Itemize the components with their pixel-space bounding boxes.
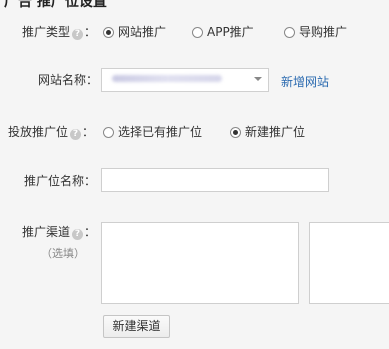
channel-label: 推广渠道?： [22,224,96,240]
radio-existing-placement[interactable]: 选择已有推广位 [103,125,202,139]
radio-label: 导购推广 [299,25,348,39]
placement-name-input[interactable] [101,168,329,192]
channel-list-left[interactable] [101,222,299,304]
site-name-label: 网站名称： [38,73,99,87]
placement-label: 投放推广位?： [8,124,94,140]
chevron-down-icon [254,77,262,81]
help-icon[interactable]: ? [72,29,84,40]
channel-label-text: 推广渠道 [22,225,71,239]
colon: ： [84,25,97,39]
radio-button[interactable] [284,26,295,38]
placement-label-text: 投放推广位 [8,125,69,139]
radio-label: 选择已有推广位 [118,125,203,139]
help-icon[interactable]: ? [70,129,82,140]
page-title: 广告 推广位设置 [4,0,107,10]
radio-new-placement[interactable]: 新建推广位 [230,125,305,139]
promo-type-label-text: 推广类型 [22,25,71,39]
channel-list-right[interactable] [309,222,389,304]
radio-button[interactable] [192,26,203,38]
new-channel-button[interactable]: 新建渠道 [103,315,170,338]
colon: ： [82,125,95,139]
radio-app-promo[interactable]: APP推广 [192,25,254,39]
add-site-link[interactable]: 新增网站 [281,73,329,90]
radio-button[interactable] [103,26,114,38]
help-icon[interactable]: ? [72,229,84,240]
placement-name-label: 推广位名称： [24,174,97,188]
radio-label: 新建推广位 [245,125,306,139]
radio-button[interactable] [230,126,241,138]
promo-type-label: 推广类型?： [22,24,96,40]
radio-button[interactable] [103,126,114,138]
select-value-redacted [112,75,222,82]
radio-label: 网站推广 [118,25,167,39]
radio-site-promo[interactable]: 网站推广 [103,25,166,39]
optional-hint: （选填） [41,247,85,260]
colon: ： [84,225,97,239]
site-name-select[interactable] [101,68,269,92]
radio-shopping-promo[interactable]: 导购推广 [284,25,347,39]
radio-label: APP推广 [207,25,254,39]
